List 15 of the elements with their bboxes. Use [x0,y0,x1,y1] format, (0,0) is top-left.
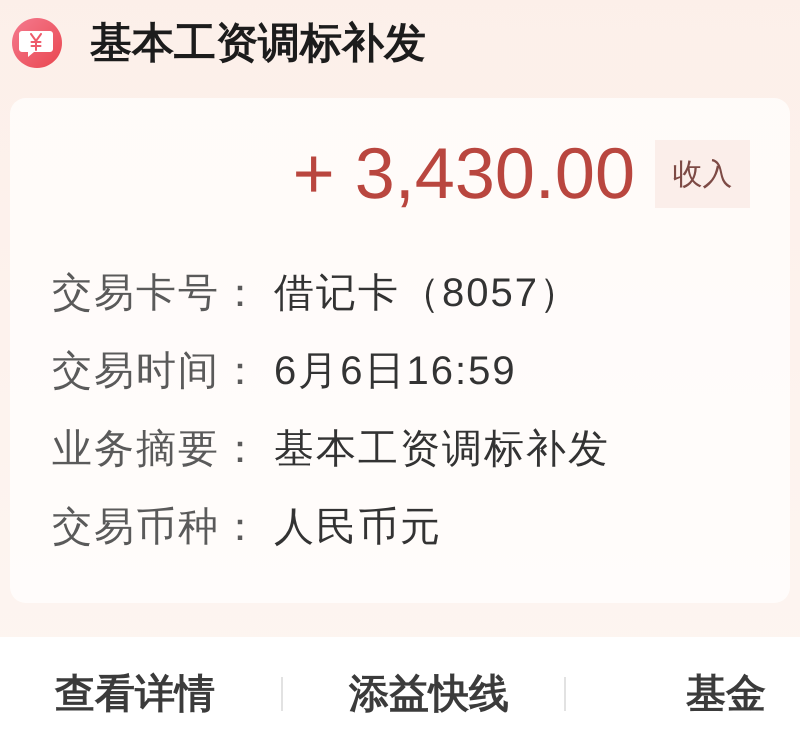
detail-label: 交易时间： [52,348,263,395]
detail-label: 业务摘要： [52,426,263,473]
bottom-action-button[interactable]: 基金 [686,670,766,718]
detail-label: 交易币种： [52,504,263,551]
page-title: 基本工资调标补发 [90,18,426,68]
income-badge: 收入 [655,140,750,208]
detail-value: 基本工资调标补发 [274,426,610,473]
bottom-action-button[interactable]: 添益快线 [349,670,509,718]
detail-value: 借记卡（8057） [274,270,581,317]
detail-value: 6月6日16:59 [274,348,517,395]
detail-value: 人民币元 [274,504,442,551]
bottom-action-button[interactable]: 查看详情 [55,670,215,718]
yen-bubble-icon [12,17,62,69]
detail-label: 交易卡号： [52,270,263,317]
amount-text: + 3,430.00 [292,138,635,210]
